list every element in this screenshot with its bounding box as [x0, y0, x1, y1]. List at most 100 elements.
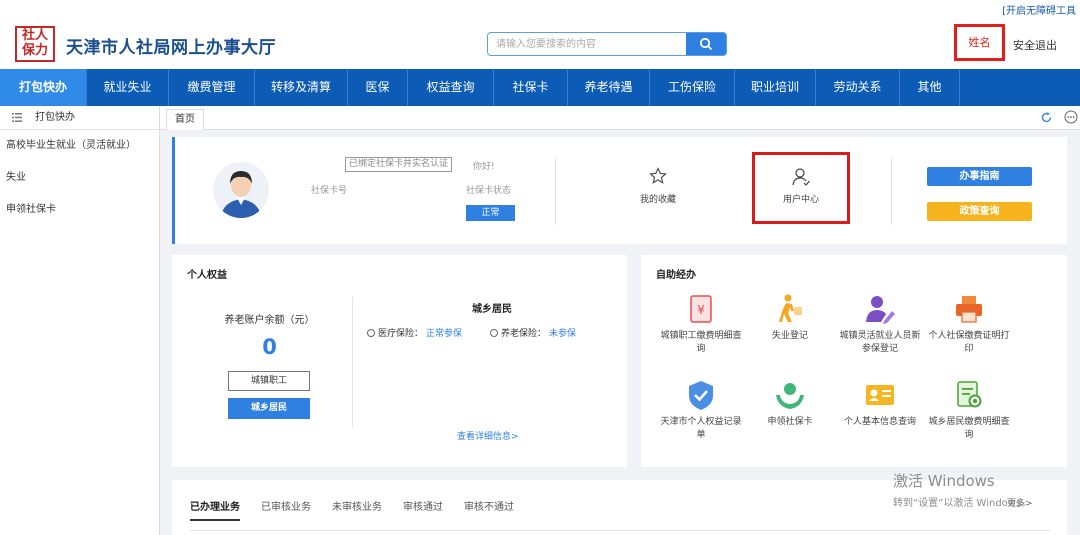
nav-item-quick[interactable]: 打包快办 — [0, 69, 87, 106]
urban-employee-button[interactable]: 城镇职工 — [228, 371, 310, 391]
badge-check-icon — [689, 381, 713, 410]
greeting: 你好! — [473, 162, 495, 172]
search-box — [487, 32, 727, 56]
nav-item-training[interactable]: 职业培训 — [735, 69, 816, 106]
id-card-icon — [866, 385, 894, 405]
card-number-label: 社保卡号 — [311, 186, 348, 196]
watermark-line-1: 激活 Windows — [893, 472, 995, 490]
user-avatar-icon — [221, 171, 261, 218]
medical-value: 正常参保 — [426, 329, 463, 339]
sidebar-item-apply-card[interactable]: 申领社保卡 — [0, 194, 159, 226]
service-item[interactable]: ¥ 城镇职工缴费明细查询 — [658, 293, 744, 356]
refresh-icon[interactable] — [1040, 111, 1053, 124]
user-card: 已绑定社保卡并实名认证 你好! 社保卡号 社保卡状态 正常 我的收藏 用户中心 … — [172, 137, 1067, 244]
sidebar: 打包快办 高校毕业生就业（灵活就业） 失业 申领社保卡 — [0, 106, 160, 535]
logout-link[interactable]: 安全退出 — [1013, 37, 1057, 53]
balance-value: 0 — [262, 335, 277, 359]
policy-button[interactable]: 政策查询 — [927, 202, 1032, 221]
sidebar-item-graduate[interactable]: 高校毕业生就业（灵活就业） — [0, 130, 159, 162]
service-label: 城镇灵活就业人员新参保登记 — [839, 331, 921, 354]
section-title: 个人权益 — [187, 270, 227, 281]
view-details-link[interactable]: 查看详细信息> — [457, 429, 519, 442]
nav-item-injury[interactable]: 工伤保险 — [650, 69, 735, 106]
avatar — [213, 162, 269, 218]
favorites-label: 我的收藏 — [639, 195, 676, 205]
username-link[interactable]: 姓名 — [954, 24, 1005, 61]
header: 社人 保力 天津市人社局网上办事大厅 姓名 安全退出 — [0, 18, 1080, 69]
nav-item-payment[interactable]: 缴费管理 — [169, 69, 255, 106]
tab-processed[interactable]: 已办理业务 — [190, 498, 240, 521]
nav-item-card[interactable]: 社保卡 — [494, 69, 568, 106]
medical-insurance-status: 医疗保险： 正常参保 — [367, 326, 462, 339]
service-label: 失业登记 — [771, 331, 808, 341]
top-strip: [开启无障碍工具 — [0, 0, 1080, 18]
nav-item-labor[interactable]: 劳动关系 — [816, 69, 900, 106]
tab-home[interactable]: 首页 — [166, 109, 204, 130]
card-status-badge: 正常 — [466, 205, 515, 221]
divider — [891, 157, 892, 225]
nav-item-medical[interactable]: 医保 — [348, 69, 408, 106]
pension-insurance-status: 养老保险： 未参保 — [490, 326, 576, 339]
rural-resident-button[interactable]: 城乡居民 — [228, 398, 310, 419]
site-logo[interactable]: 社人 保力 — [15, 26, 55, 62]
medical-label: 医疗保险： — [378, 329, 424, 339]
divider — [352, 297, 353, 427]
list-icon — [12, 113, 22, 122]
watermark-line-2: 转到“设置”以激活 Windows。 — [893, 498, 1032, 509]
nav-item-other[interactable]: 其他 — [900, 69, 960, 106]
divider — [555, 157, 556, 225]
guide-button[interactable]: 办事指南 — [927, 167, 1032, 186]
service-item[interactable]: 申领社保卡 — [747, 379, 833, 429]
service-label: 申领社保卡 — [767, 417, 813, 427]
tab-bar: 首页 — [160, 106, 1080, 130]
service-label: 个人社保缴费证明打印 — [928, 331, 1010, 354]
search-input[interactable] — [488, 33, 688, 55]
card-status-label: 社保卡状态 — [466, 186, 512, 196]
tab-rejected[interactable]: 审核不通过 — [464, 498, 514, 521]
nav-item-employment[interactable]: 就业失业 — [87, 69, 169, 106]
verified-tag: 已绑定社保卡并实名认证 — [345, 157, 453, 172]
nav-item-pension[interactable]: 养老待遇 — [568, 69, 650, 106]
star-icon — [649, 167, 667, 184]
sidebar-header-label: 打包快办 — [35, 111, 75, 123]
self-service-card: 自助经办 ¥ 城镇职工缴费明细查询 失业登记 城镇灵活就业人员新参保登记 个人社… — [641, 255, 1067, 467]
nav-item-rights[interactable]: 权益查询 — [408, 69, 494, 106]
radio-icon — [490, 328, 498, 337]
printer-icon — [956, 296, 982, 323]
main-nav: 打包快办 就业失业 缴费管理 转移及清算 医保 权益查询 社保卡 养老待遇 工伤… — [0, 69, 1080, 106]
sidebar-item-unemployment[interactable]: 失业 — [0, 162, 159, 194]
service-item[interactable]: 城乡居民缴费明细查询 — [926, 379, 1012, 442]
tab-reviewed[interactable]: 已审核业务 — [261, 498, 311, 521]
service-item[interactable]: 失业登记 — [747, 293, 833, 343]
service-item[interactable]: 城镇灵活就业人员新参保登记 — [837, 293, 923, 356]
tab-unreviewed[interactable]: 未审核业务 — [332, 498, 382, 521]
logo-line-1: 社人 — [21, 28, 48, 43]
accessibility-link[interactable]: [开启无障碍工具 — [1002, 2, 1076, 17]
user-edit-icon — [866, 296, 895, 324]
favorites-button[interactable]: 我的收藏 — [633, 167, 683, 205]
service-item[interactable]: 个人基本信息查询 — [837, 379, 923, 429]
hands-card-icon — [776, 383, 804, 409]
site-title: 天津市人社局网上办事大厅 — [66, 38, 276, 58]
radio-icon — [367, 328, 375, 337]
service-label: 城镇职工缴费明细查询 — [660, 331, 742, 354]
windows-watermark: 激活 Windows 转到“设置”以激活 Windows。 — [893, 470, 1031, 509]
balance-label: 养老账户余额（元） — [224, 315, 315, 326]
section-title: 自助经办 — [656, 270, 696, 281]
search-icon — [699, 37, 713, 51]
user-center-label: 用户中心 — [782, 195, 819, 205]
divider — [190, 530, 1050, 531]
logo-line-2: 保力 — [21, 43, 48, 58]
sidebar-header[interactable]: 打包快办 — [0, 106, 159, 130]
service-item[interactable]: 个人社保缴费证明打印 — [926, 293, 1012, 356]
pension-value: 未参保 — [549, 329, 577, 339]
nav-item-transfer[interactable]: 转移及清算 — [255, 69, 348, 106]
resident-title: 城乡居民 — [472, 304, 512, 315]
more-icon[interactable] — [1064, 110, 1078, 124]
svg-text:¥: ¥ — [697, 303, 705, 317]
user-center-button[interactable]: 用户中心 — [752, 152, 850, 224]
pension-label: 养老保险： — [501, 329, 547, 339]
service-item[interactable]: 天津市个人权益记录单 — [658, 379, 744, 442]
tab-approved[interactable]: 审核通过 — [403, 498, 443, 521]
search-button[interactable] — [686, 33, 726, 55]
